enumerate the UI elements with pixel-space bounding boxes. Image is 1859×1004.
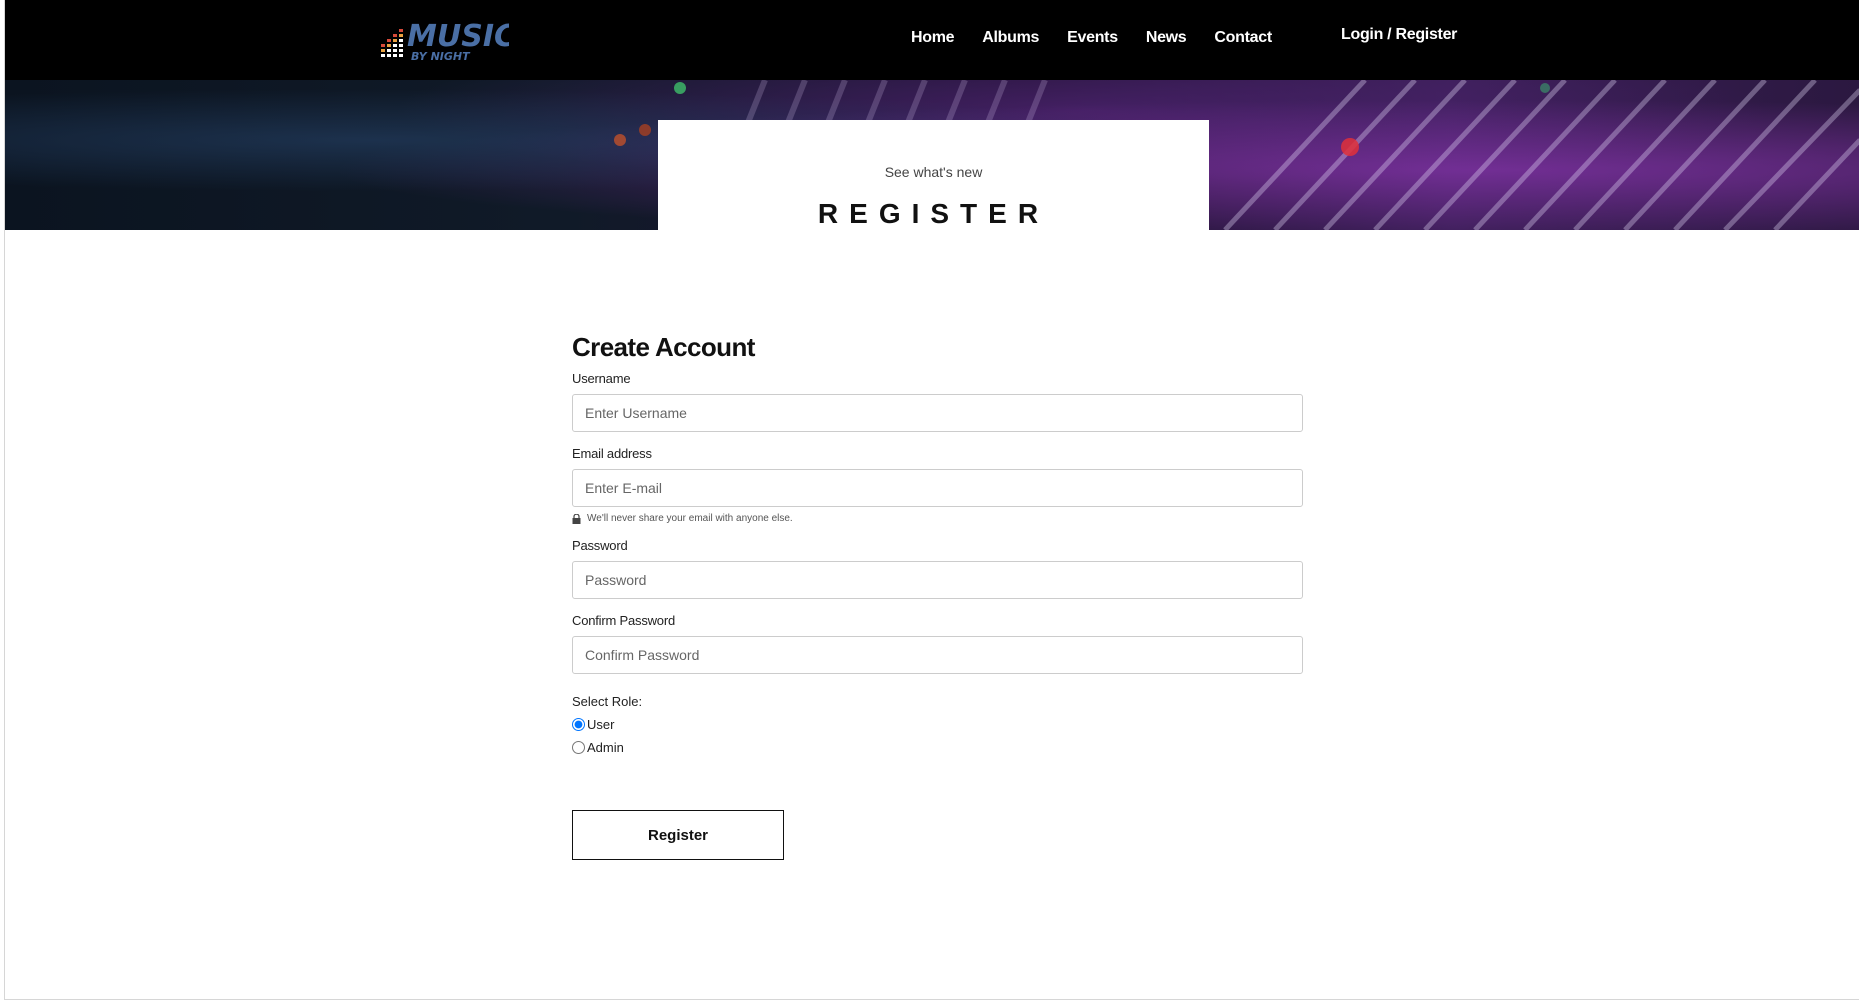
email-hint: We'll never share your email with anyone… [572, 513, 1303, 524]
role-admin-label: Admin [587, 740, 624, 755]
create-account-form: Create Account Username Email address We… [572, 332, 1303, 860]
top-navbar: MUSIC BY NIGHT Home Albums Events News C… [5, 0, 1859, 80]
nav-albums[interactable]: Albums [982, 29, 1039, 47]
hero-subtitle: See what's new [884, 164, 983, 180]
role-admin-radio[interactable] [572, 741, 585, 754]
logo-subtext: BY NIGHT [411, 50, 471, 63]
role-option-user[interactable]: User [572, 717, 1303, 732]
hero-banner: See what's new REGISTER [5, 80, 1859, 230]
hero-title-card: See what's new REGISTER [658, 120, 1209, 230]
confirm-password-input[interactable] [572, 636, 1303, 674]
nav-home[interactable]: Home [911, 29, 955, 47]
nav-events[interactable]: Events [1067, 29, 1118, 47]
page-frame: MUSIC BY NIGHT Home Albums Events News C… [4, 0, 1859, 1000]
form-title: Create Account [572, 332, 755, 362]
logo[interactable]: MUSIC BY NIGHT [379, 14, 509, 64]
role-user-radio[interactable] [572, 718, 585, 731]
password-label: Password [572, 538, 628, 553]
confirm-password-label: Confirm Password [572, 613, 675, 628]
username-label: Username [572, 371, 631, 386]
nav-news[interactable]: News [1146, 29, 1187, 47]
logo-mark: MUSIC BY NIGHT [381, 19, 509, 63]
role-user-label: User [587, 717, 615, 732]
main-nav: Home Albums Events News Contact [911, 0, 1300, 76]
role-label: Select Role: [572, 694, 643, 709]
email-label: Email address [572, 446, 652, 461]
lock-icon [572, 513, 581, 524]
username-input[interactable] [572, 394, 1303, 432]
logo-text: MUSIC [407, 19, 509, 54]
hero-title: REGISTER [817, 198, 1050, 229]
email-hint-text: We'll never share your email with anyone… [587, 513, 793, 524]
role-option-admin[interactable]: Admin [572, 740, 1303, 755]
nav-contact[interactable]: Contact [1214, 29, 1272, 47]
login-register-link[interactable]: Login / Register [1341, 26, 1457, 44]
email-input[interactable] [572, 469, 1303, 507]
register-button[interactable]: Register [572, 810, 784, 860]
equalizer-icon [381, 29, 403, 57]
password-input[interactable] [572, 561, 1303, 599]
